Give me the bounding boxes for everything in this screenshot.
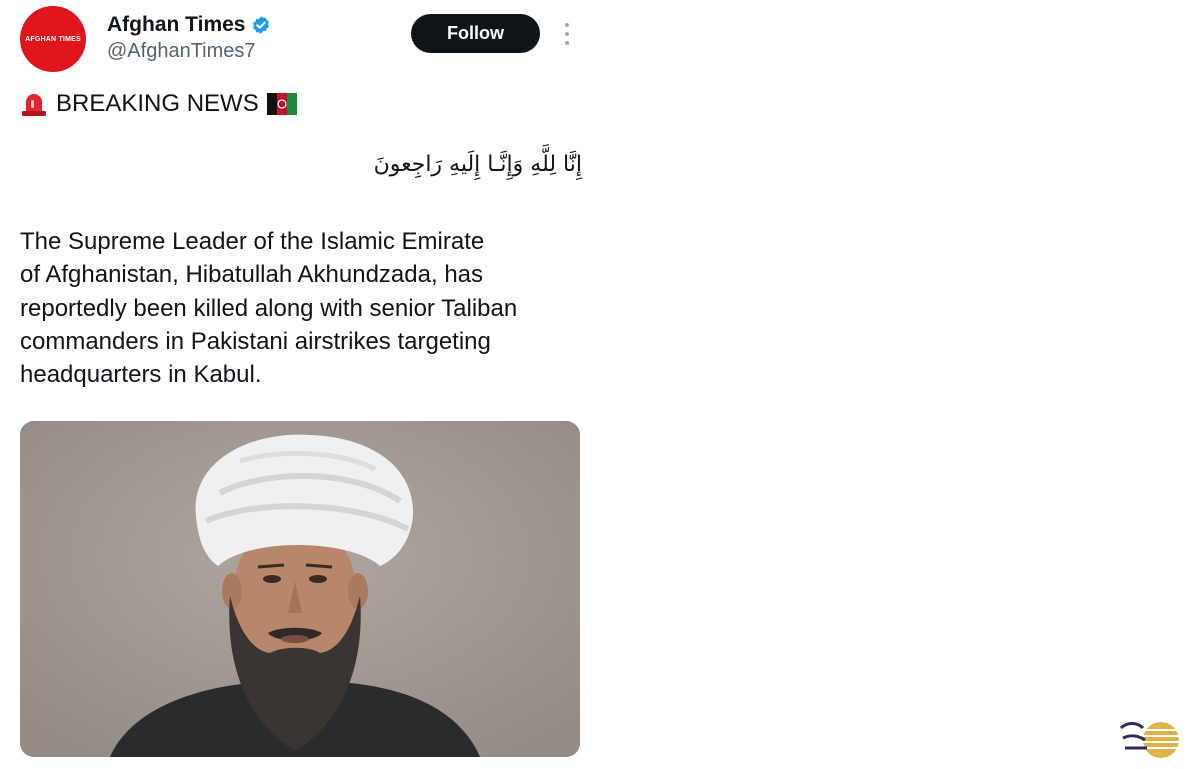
tweet-body-line: commanders in Pakistani airstrikes targe… [20, 327, 491, 355]
tweet-body-line: The Supreme Leader of the Islamic Emirat… [20, 228, 485, 255]
account-name-row[interactable]: Afghan Times [107, 13, 271, 37]
avatar-logo-text: AFGHAN TIMES [25, 35, 81, 43]
more-vertical-icon[interactable] [560, 20, 574, 48]
account-avatar[interactable]: AFGHAN TIMES [20, 6, 86, 72]
verified-badge-icon [253, 16, 270, 34]
afghanistan-flag-icon [266, 93, 297, 115]
tweet-photo[interactable] [20, 421, 580, 757]
tweet-body: The Supreme Leader of the Islamic Emirat… [20, 225, 580, 391]
publisher-watermark-logo [1119, 722, 1179, 758]
tweet-body-line: headquarters in Kabul. [20, 361, 262, 389]
arabic-verse: إِنَّا لِلَّهِ وَإِنَّـا إِلَيهِ رَاجِعو… [373, 152, 582, 177]
breaking-news-headline: BREAKING NEWS [20, 90, 297, 118]
siren-icon [22, 94, 46, 116]
tweet-body-line: reportedly been killed along with senior… [20, 294, 518, 322]
headline-text: BREAKING NEWS [56, 90, 259, 117]
follow-button[interactable]: Follow [411, 14, 540, 53]
tweet-body-line: of Afghanistan, Hibatullah Akhundzada, h… [20, 261, 484, 289]
portrait-illustration [20, 421, 580, 757]
account-handle[interactable]: @AfghanTimes7 [107, 40, 256, 63]
display-name[interactable]: Afghan Times [107, 13, 245, 37]
